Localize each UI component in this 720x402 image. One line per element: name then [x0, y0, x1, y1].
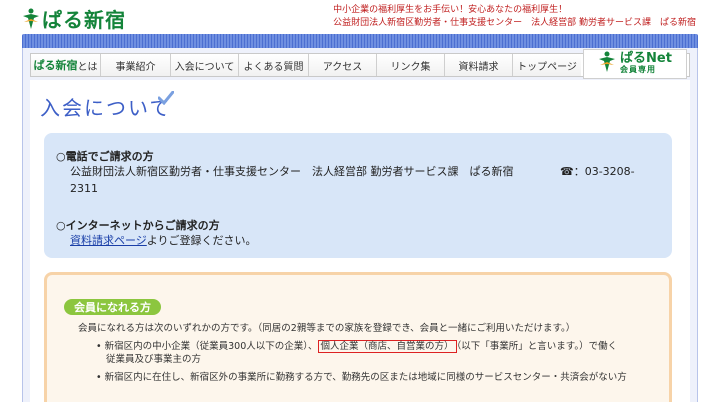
nav-item-membership[interactable]: 入会について: [171, 54, 239, 76]
phone-request-heading: ○電話でご請求の方: [56, 150, 154, 163]
page-title: 入会について: [40, 96, 172, 120]
request-page-link[interactable]: 資料請求ページ: [70, 234, 147, 247]
palnet-title: ぱるNet: [620, 51, 672, 66]
nav-item-access[interactable]: アクセス: [309, 54, 377, 76]
bullet2-text: 新宿区内に在住し、新宿区外の事業所に勤務する方で、勤務先の区または地域に同様のサ…: [104, 372, 627, 383]
palnet-subtitle: 会員専用: [620, 65, 657, 74]
nav-item-services[interactable]: 事業紹介: [101, 54, 171, 76]
eligible-members-label: 会員になれる方: [64, 299, 161, 315]
palnet-text: ぱるNet 会員専用: [620, 51, 672, 75]
eligible-bullet-1: • 新宿区内の中小企業（従業員300人以下の企業）、 個人企業（商店、自営業の方）…: [96, 340, 618, 353]
header-tagline: 中小企業の福利厚生をお手伝い！安心あなたの福利厚生！ 公益財団法人新宿区勤労者・…: [333, 4, 696, 30]
logo-text: ぱる新宿: [42, 8, 126, 32]
logo-figure-icon: [22, 8, 39, 30]
nav-item-faq[interactable]: よくある質問: [239, 54, 309, 76]
bullet1-highlight: 個人企業（商店、自営業の方）: [317, 340, 457, 353]
site-header: ぱる新宿 中小企業の福利厚生をお手伝い！安心あなたの福利厚生！ 公益財団法人新宿…: [0, 0, 720, 34]
internet-request-text: 資料請求ページよりご登録ください。: [70, 232, 257, 250]
tagline-line2: 公益財団法人新宿区勤労者・仕事支援センター 法人経営部 勤労者サービス課 ぱる新…: [333, 18, 696, 28]
nav-item-request[interactable]: 資料請求: [445, 54, 513, 76]
nav-item-palnet[interactable]: ぱるNet 会員専用: [583, 49, 687, 79]
nav-item-top[interactable]: トップページ: [513, 54, 581, 76]
nav-item-links[interactable]: リンク集: [377, 54, 445, 76]
nav-about-brand: ぱる新宿: [33, 59, 78, 72]
phone-number-continued: 2311: [70, 182, 98, 195]
phone-org-name: 公益財団法人新宿区勤労者・仕事支援センター 法人経営部 勤労者サービス課 ぱる新…: [70, 165, 514, 178]
eligible-bullet-2: • 新宿区内に在住し、新宿区外の事業所に勤務する方で、勤務先の区または地域に同様…: [96, 372, 627, 383]
check-mark-icon: [157, 90, 175, 109]
header-band: [22, 34, 698, 48]
eligible-members-intro: 会員になれる方は次のいずれかの方です。（同居の2親等までの家族を登録でき、会員と…: [78, 323, 576, 334]
tagline-line1: 中小企業の福利厚生をお手伝い！安心あなたの福利厚生！: [333, 5, 568, 15]
internet-request-suffix: よりご登録ください。: [146, 234, 257, 247]
phone-number: ☎：03-3208-: [560, 165, 635, 178]
site-logo[interactable]: ぱる新宿: [22, 4, 126, 33]
palnet-figure-icon: [598, 51, 616, 77]
nav-about-suffix: とは: [77, 61, 98, 73]
internet-request-heading: ○インターネットからご請求の方: [56, 219, 220, 232]
nav-item-about[interactable]: ぱる新宿 とは: [31, 54, 101, 76]
bullet1-text-post: （以下「事業所」と言います。）で働く: [456, 341, 618, 352]
bullet1-text-pre: 新宿区内の中小企業（従業員300人以下の企業）、: [104, 341, 318, 352]
eligible-bullet-1-cont: 従業員及び事業主の方: [106, 354, 202, 365]
